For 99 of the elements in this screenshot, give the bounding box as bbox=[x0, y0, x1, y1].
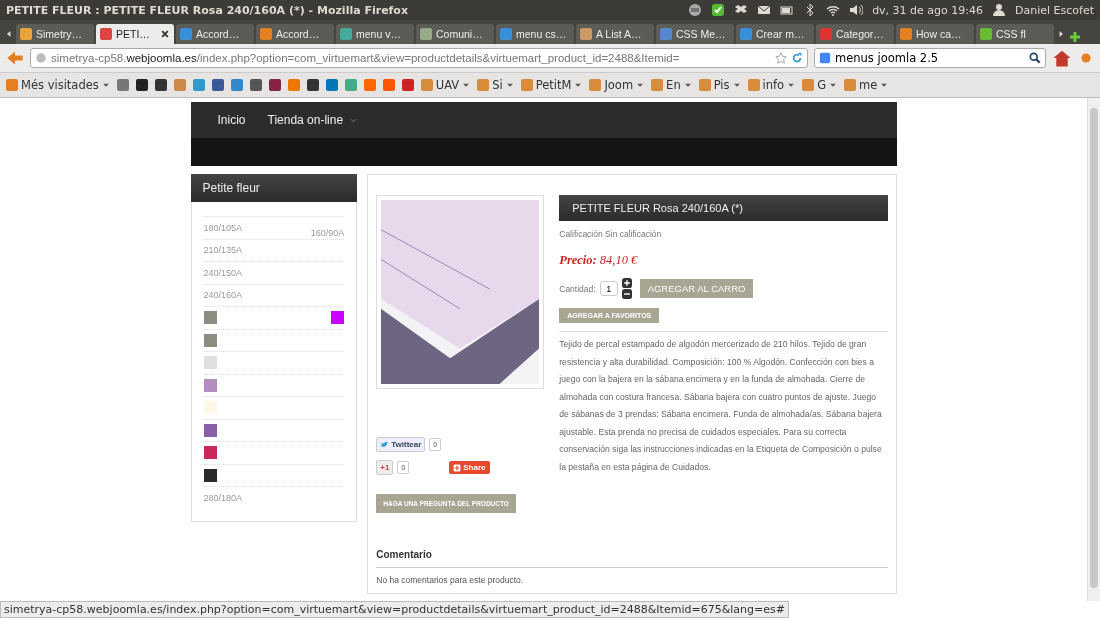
favicon-icon bbox=[100, 28, 112, 40]
favicon-icon bbox=[20, 28, 32, 40]
bookmark-folder[interactable]: Si bbox=[477, 78, 514, 92]
plus-one-button[interactable]: +1 bbox=[376, 460, 394, 475]
volume-icon bbox=[849, 3, 864, 17]
home-icon bbox=[1052, 48, 1072, 68]
share-button[interactable]: Share bbox=[449, 461, 490, 474]
browser-tab[interactable]: A List A… bbox=[576, 24, 654, 44]
search-field[interactable]: menus joomla 2.5 bbox=[814, 48, 1046, 68]
search-engine-icon bbox=[819, 52, 831, 64]
status-bar: simetrya-cp58.webjoomla.es/index.php?option=com_virtuemart&view=productdetails&virtuemart_product_id=2488&Itemid=675&lang=es# bbox=[0, 601, 789, 618]
bookmark-icon[interactable] bbox=[306, 79, 319, 91]
most-visited-menu[interactable]: Més visitades bbox=[6, 78, 110, 92]
new-tab-icon bbox=[1068, 30, 1082, 44]
caret-icon bbox=[732, 81, 741, 89]
favicon-icon bbox=[500, 28, 512, 40]
minus-icon bbox=[621, 289, 632, 299]
color-swatch[interactable] bbox=[203, 356, 217, 370]
caret-icon bbox=[101, 81, 110, 89]
favicon-icon bbox=[740, 28, 752, 40]
user-name[interactable]: Daniel Escofet bbox=[1015, 3, 1094, 17]
caret-icon bbox=[462, 81, 471, 89]
browser-tab[interactable]: Categor… bbox=[816, 24, 894, 44]
browser-tab[interactable]: Comuni… bbox=[416, 24, 494, 44]
color-swatch[interactable] bbox=[203, 378, 217, 392]
battery-icon bbox=[780, 3, 795, 17]
reload-icon bbox=[791, 52, 803, 64]
quantity-label: Cantidad: bbox=[559, 283, 596, 294]
plus-icon bbox=[621, 278, 632, 288]
bookmark-folder[interactable]: info bbox=[747, 78, 796, 92]
bird-icon bbox=[380, 440, 390, 449]
bookmark-icon[interactable] bbox=[249, 79, 262, 91]
caret-icon bbox=[880, 81, 889, 89]
menu-item[interactable]: Inicio bbox=[217, 113, 246, 127]
caret-icon bbox=[787, 81, 796, 89]
star-icon bbox=[775, 52, 787, 64]
caret-icon bbox=[505, 81, 514, 89]
tweet-button[interactable]: Twittear bbox=[376, 437, 426, 452]
color-swatch[interactable] bbox=[203, 446, 217, 460]
caret-icon bbox=[683, 81, 692, 89]
favicon-icon bbox=[340, 28, 352, 40]
bookmark-folder[interactable]: En bbox=[651, 78, 692, 92]
plus-icon bbox=[453, 463, 462, 472]
bookmark-folder[interactable]: PetitM bbox=[520, 78, 583, 92]
bookmark-icon[interactable] bbox=[268, 79, 281, 91]
favicon-icon bbox=[580, 28, 592, 40]
quantity-field[interactable]: 1 bbox=[599, 281, 618, 296]
browser-tab[interactable]: Accord… bbox=[256, 24, 334, 44]
bookmark-icon[interactable] bbox=[211, 79, 224, 91]
mail-icon bbox=[757, 3, 772, 17]
bookmark-icon[interactable] bbox=[135, 79, 148, 91]
back-arrow-icon bbox=[6, 49, 24, 67]
sidebar-title: Petite fleur bbox=[190, 174, 358, 202]
user-icon bbox=[992, 3, 1006, 17]
close-icon bbox=[160, 29, 170, 39]
color-swatch[interactable] bbox=[331, 311, 345, 325]
favicon-icon bbox=[820, 28, 832, 40]
color-swatch[interactable] bbox=[203, 333, 217, 347]
browser-tab[interactable]: Crear m… bbox=[736, 24, 814, 44]
rating-text: Calificación Sin calificación bbox=[559, 229, 662, 239]
favicon-icon bbox=[900, 28, 912, 40]
caret-icon bbox=[829, 81, 838, 89]
bookmark-folder[interactable]: me bbox=[844, 78, 889, 92]
comments-heading: Comentario bbox=[376, 549, 888, 568]
bookmark-icon[interactable] bbox=[154, 79, 167, 91]
no-comments-text: No ha comentarios para este producto. bbox=[376, 575, 525, 585]
favicon-icon bbox=[260, 28, 272, 40]
browser-tab[interactable]: menu v… bbox=[336, 24, 414, 44]
wifi-icon bbox=[826, 3, 841, 17]
window-title: PETITE FLEUR : PETITE FLEUR Rosa 240/160A (*) - Mozilla Firefox bbox=[6, 3, 410, 17]
price: Precio: 84,10 € bbox=[559, 253, 638, 268]
browser-tab[interactable]: Accord… bbox=[176, 24, 254, 44]
address-bar[interactable]: simetrya-cp58.webjoomla.es/index.php?option=com_virtuemart&view=productdetails&virtuemart_product_id=2488&Itemid= bbox=[30, 48, 808, 68]
clock[interactable]: dv, 31 de ago 19:46 bbox=[872, 3, 983, 17]
bookmark-folder[interactable]: Pis bbox=[698, 78, 741, 92]
caret-icon bbox=[574, 81, 583, 89]
favicon-icon bbox=[980, 28, 992, 40]
bookmark-folder[interactable]: UAV bbox=[420, 78, 471, 92]
browser-tab[interactable]: PETI… bbox=[96, 24, 174, 44]
color-swatch[interactable] bbox=[203, 468, 217, 482]
favicon-icon bbox=[660, 28, 672, 40]
bookmark-folder[interactable]: G bbox=[802, 78, 838, 92]
color-swatch[interactable] bbox=[203, 423, 217, 437]
check-icon bbox=[711, 3, 726, 17]
color-swatch[interactable] bbox=[203, 311, 217, 325]
browser-tab[interactable]: menu cs… bbox=[496, 24, 574, 44]
scrollbar[interactable] bbox=[1087, 98, 1100, 601]
bookmark-folder[interactable]: Joom bbox=[589, 78, 645, 92]
favicon-icon bbox=[180, 28, 192, 40]
favicon-icon bbox=[420, 28, 432, 40]
browser-tab[interactable]: CSS Me… bbox=[656, 24, 734, 44]
search-icon bbox=[1029, 52, 1041, 64]
product-title: PETITE FLEUR Rosa 240/160A (*) bbox=[559, 195, 888, 221]
browser-tab[interactable]: CSS fl bbox=[976, 24, 1054, 44]
browser-tab[interactable]: Simetry… bbox=[16, 24, 94, 44]
menu-item[interactable]: Tienda on-line bbox=[267, 113, 359, 127]
caret-icon bbox=[636, 81, 645, 89]
browser-tab[interactable]: How ca… bbox=[896, 24, 974, 44]
product-description: Tejido de percal estampado de algodón mercerizado de 210 hilos. Tejido de gran resistencia y alta durabilidad. Composición: 100 % Algodón. Confección con bies a juego con la bajera en la sábana encimera y en la funda de almohada. Cierre de almohada con costura francesa. Sábana bajera con cuatro puntos de ajuste. Juego de sábanas de 3 prendas: Sábana encimera. Funda de almohada/as. Sábana bajera ajustable. Esta prenda no precisa de cuidados especiales. Para su correcta conservación siga las instrucciones indicadas en la Etiqueta de Composición o pulse la pestaña en esta página de Cuidados. bbox=[559, 338, 883, 474]
